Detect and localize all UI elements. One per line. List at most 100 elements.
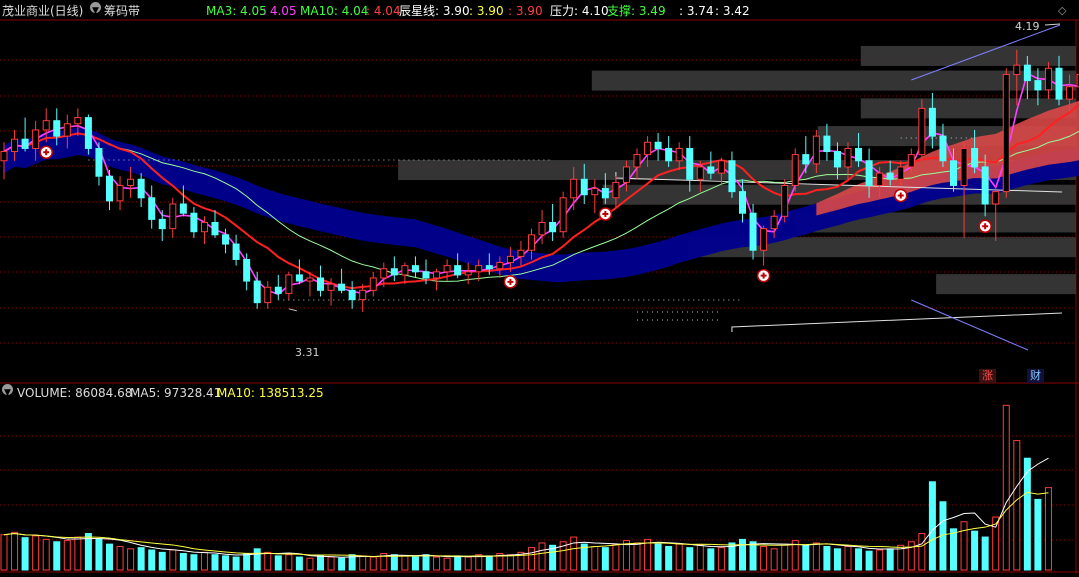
volume-bar-0 [0,534,8,571]
candle-body-12 [127,178,135,186]
volume-bar-17 [179,553,187,571]
volume-bar-4 [42,538,50,571]
candle-body-7 [74,117,82,125]
candle-body-20 [211,221,219,236]
volume-bar-7 [74,536,82,571]
volume-bar-19 [200,551,208,571]
candle-body-31 [327,283,335,291]
candle-body-43 [454,265,462,276]
volume-bar-90 [950,528,957,571]
candle-body-58 [612,181,620,199]
volume-bar-76 [802,544,810,571]
candle-body-22 [232,243,240,260]
volume-bar-22 [232,556,240,571]
volume-bar-70 [739,538,746,571]
candle-body-76 [802,154,810,165]
low-price-label: 3.31 [295,346,320,359]
candle-body-85 [897,166,905,180]
volume-bar-1 [11,531,19,571]
candle-body-53 [559,197,567,233]
support-line [731,312,1063,332]
volume-bar-25 [264,551,272,571]
volume-bar-18 [190,554,198,571]
candle-body-72 [760,228,768,251]
candle-body-68 [717,160,725,174]
stock-name[interactable]: 茂业商业(日线) [2,2,83,20]
candle-body-18 [190,212,198,233]
badge-finance[interactable]: 财 [1027,369,1044,383]
price-header: 茂业商业(日线) ▼ 筹码带 MA3: 4.05 : 4.05 MA10: 4.… [2,2,1067,20]
volume-bar-15 [158,551,166,571]
high-price-label: 4.19 [1015,20,1040,33]
volume-bar-62 [654,543,662,571]
volume-bar-60 [633,542,641,571]
chart-stage [0,0,1079,574]
volume-bar-95 [1002,404,1010,571]
candle-body-10 [106,175,113,202]
candle-body-28 [295,274,303,282]
volume-bar-5 [53,541,61,571]
volume-bar-2 [21,537,29,571]
ma3-label: MA3: 4.05 [206,4,267,18]
volume-ma5-line [3,457,1049,558]
chip-band-blue [4,127,1079,283]
candle-body-94 [992,191,1000,205]
volume-bar-39 [411,556,419,571]
volume-bar-14 [148,549,156,571]
volume-bar-27 [285,554,293,571]
candle-body-80 [844,147,852,168]
volume-bar-71 [749,541,757,571]
candle-body-34 [359,289,367,301]
volume-bar-13 [137,547,145,571]
volume-bar-73 [770,548,778,571]
candle-body-91 [960,147,968,186]
candle-body-81 [855,147,863,162]
volume-bar-21 [222,555,230,571]
candle-body-74 [781,184,789,217]
volume-bar-79 [833,548,841,571]
candle-body-40 [422,271,430,279]
volume-bar-88 [928,481,936,571]
volume-bar-23 [243,553,251,571]
candle-body-44 [464,271,472,276]
volume-bar-9 [95,538,103,571]
volume-bar-34 [359,555,367,571]
candle-body-4 [42,120,50,131]
volume-bar-72 [760,545,768,571]
volume-bar-93 [981,536,989,571]
candle-body-38 [401,265,409,276]
volume-bar-6 [63,540,71,571]
candle-body-52 [549,221,557,233]
candle-body-9 [95,147,103,177]
volume-bar-81 [855,548,863,571]
volume-bar-68 [717,547,725,571]
high-pointer [1044,23,1061,26]
volume-bar-84 [886,548,894,571]
volume-bar-24 [253,548,261,571]
candle-body-14 [148,197,156,220]
candle-body-29 [306,277,314,282]
collapse-diamond-icon[interactable]: ◇ [1058,2,1066,20]
candle-body-0 [0,151,8,162]
candle-body-66 [696,166,704,180]
candle-body-88 [928,107,936,137]
candle-body-6 [63,123,71,137]
volume-bar-56 [591,545,599,571]
candle-body-99 [1044,67,1052,91]
candle-body-27 [285,274,293,294]
candle-body-78 [823,135,831,153]
candle-body-17 [179,203,187,214]
volume-bar-10 [106,543,113,571]
volume-bar-43 [454,555,462,571]
candle-body-69 [728,160,736,193]
indicator-name[interactable]: 筹码带 [104,2,140,20]
volume-bar-91 [960,521,968,571]
volume-bar-26 [274,555,282,571]
candle-body-65 [686,147,694,180]
badge-up[interactable]: 涨 [979,369,996,383]
volume-bar-77 [812,542,820,571]
candle-body-55 [580,178,588,196]
candle-body-36 [380,268,388,279]
volume-bar-28 [295,556,303,571]
candle-body-93 [981,166,989,205]
